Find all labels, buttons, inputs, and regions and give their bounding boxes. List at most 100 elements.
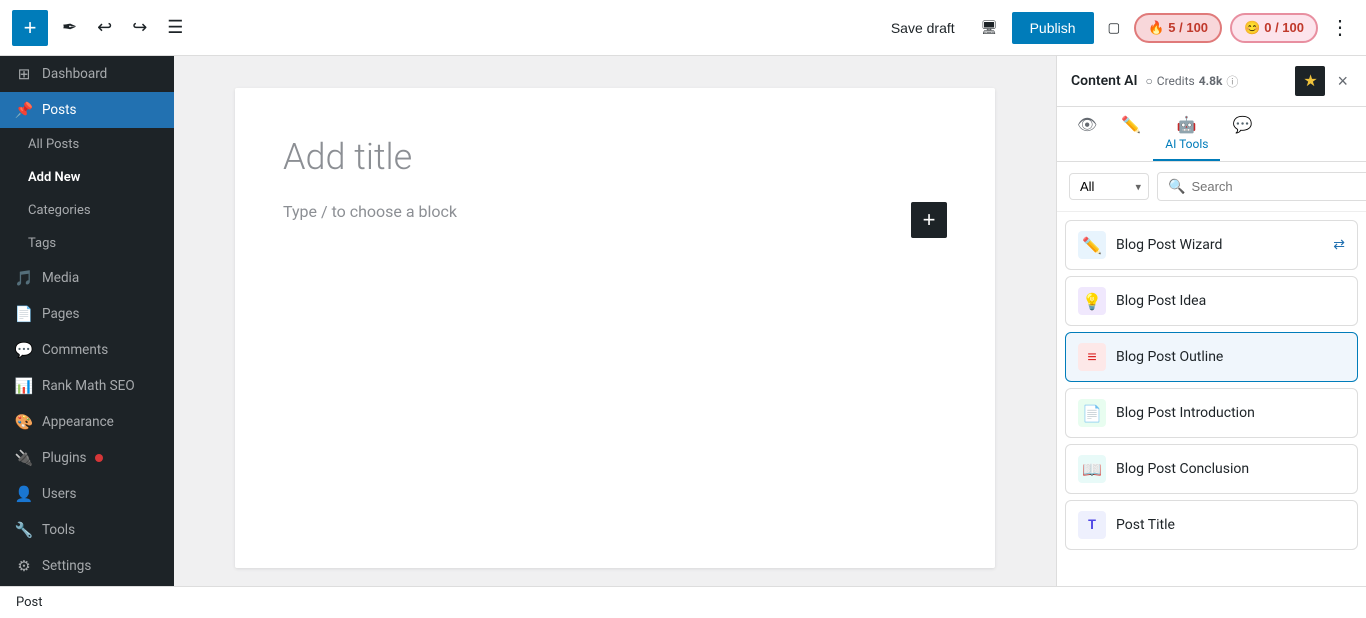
eye-tab-icon: 👁 xyxy=(1077,115,1097,134)
sidebar-item-comments[interactable]: 💬 Comments xyxy=(0,332,174,368)
ai-tab-icon: 🤖 xyxy=(1177,115,1197,134)
message-tab-icon: 💬 xyxy=(1232,115,1252,134)
list-item[interactable]: 📖 Blog Post Conclusion xyxy=(1065,444,1358,494)
readability-score-button[interactable]: 😊 0 / 100 xyxy=(1230,13,1318,43)
block-placeholder-text: Type / to choose a block xyxy=(283,202,457,221)
sidebar-item-pages[interactable]: 📄 Pages xyxy=(0,296,174,332)
appearance-icon: 🎨 xyxy=(14,413,34,431)
idea-icon: 💡 xyxy=(1078,287,1106,315)
intro-label: Blog Post Introduction xyxy=(1116,405,1345,421)
sidebar-item-posts[interactable]: 📌 Posts xyxy=(0,92,174,128)
star-button[interactable]: ★ xyxy=(1295,66,1325,96)
tools-icon: 🔧 xyxy=(14,521,34,539)
sidebar-label-comments: Comments xyxy=(42,342,108,358)
conclusion-icon: 📖 xyxy=(1078,455,1106,483)
wizard-label: Blog Post Wizard xyxy=(1116,237,1323,253)
seo-score-button[interactable]: 🔥 5 / 100 xyxy=(1134,13,1222,43)
idea-label: Blog Post Idea xyxy=(1116,293,1345,309)
ai-tools-list: ✏️ Blog Post Wizard ⇄ 💡 Blog Post Idea ≡… xyxy=(1057,212,1366,586)
sidebar-label-pages: Pages xyxy=(42,306,80,322)
sidebar-item-tools[interactable]: 🔧 Tools xyxy=(0,512,174,548)
plus-inline-icon: + xyxy=(923,207,936,233)
title-label: Post Title xyxy=(1116,517,1345,533)
outline-icon: ≡ xyxy=(1078,343,1106,371)
tab-eye[interactable]: 👁 xyxy=(1065,107,1109,161)
tab-ai-tools[interactable]: 🤖 AI Tools xyxy=(1153,107,1220,161)
pen-tool-button[interactable]: ✒ xyxy=(56,11,83,44)
media-icon: 🎵 xyxy=(14,269,34,287)
filter-select[interactable]: All xyxy=(1069,173,1149,200)
redo-icon: ↪ xyxy=(132,17,147,38)
right-panel-header: Content AI ○ Credits 4.8k ⓘ ★ × xyxy=(1057,56,1366,107)
list-icon: ☰ xyxy=(167,17,183,38)
sidebar-item-settings[interactable]: ⚙ Settings xyxy=(0,548,174,584)
right-panel-tabs: 👁 ✏️ 🤖 AI Tools 💬 xyxy=(1057,107,1366,162)
tab-edit[interactable]: ✏️ xyxy=(1109,107,1153,161)
undo-icon: ↩ xyxy=(97,17,112,38)
plugins-icon: 🔌 xyxy=(14,449,34,467)
list-item[interactable]: ✏️ Blog Post Wizard ⇄ xyxy=(1065,220,1358,270)
sidebar-item-add-new[interactable]: Add New xyxy=(0,161,174,194)
sidebar-label-dashboard: Dashboard xyxy=(42,66,107,82)
sidebar: ⊞ Dashboard 📌 Posts All Posts Add New Ca… xyxy=(0,56,174,586)
sidebar-item-plugins[interactable]: 🔌 Plugins xyxy=(0,440,174,476)
sidebar-label-tools: Tools xyxy=(42,522,75,538)
editor-area: Add title Type / to choose a block + xyxy=(174,56,1056,586)
seo-score-value: 5 / 100 xyxy=(1168,20,1208,35)
pen-icon: ✒ xyxy=(62,17,77,38)
credits-info: ○ Credits 4.8k ⓘ xyxy=(1146,73,1239,90)
publish-button[interactable]: Publish xyxy=(1012,12,1094,44)
editor-body: Type / to choose a block + xyxy=(283,202,947,238)
list-item[interactable]: 💡 Blog Post Idea xyxy=(1065,276,1358,326)
preview-button[interactable]: 🖥 xyxy=(975,14,1004,42)
sidebar-label-add-new: Add New xyxy=(28,170,80,185)
sidebar-label-posts: Posts xyxy=(42,102,76,118)
close-panel-button[interactable]: × xyxy=(1333,67,1352,96)
title-icon: T xyxy=(1078,511,1106,539)
list-view-button[interactable]: ☰ xyxy=(161,11,189,44)
add-block-button[interactable]: + xyxy=(12,10,48,46)
list-item[interactable]: T Post Title xyxy=(1065,500,1358,550)
dashboard-icon: ⊞ xyxy=(14,65,34,83)
sidebar-item-media[interactable]: 🎵 Media xyxy=(0,260,174,296)
sidebar-item-all-posts[interactable]: All Posts xyxy=(0,128,174,161)
settings-icon: ⚙ xyxy=(14,557,34,575)
top-bar: + ✒ ↩ ↪ ☰ Save draft 🖥 Publish ▢ 🔥 5 / 1… xyxy=(0,0,1366,56)
sidebar-label-categories: Categories xyxy=(28,203,91,218)
list-item[interactable]: 📄 Blog Post Introduction xyxy=(1065,388,1358,438)
main-area: ⊞ Dashboard 📌 Posts All Posts Add New Ca… xyxy=(0,56,1366,586)
redo-button[interactable]: ↪ xyxy=(126,11,153,44)
add-block-inline-button[interactable]: + xyxy=(911,202,947,238)
wizard-extra-icon: ⇄ xyxy=(1333,237,1345,253)
sidebar-item-dashboard[interactable]: ⊞ Dashboard xyxy=(0,56,174,92)
right-panel: Content AI ○ Credits 4.8k ⓘ ★ × 👁 ✏️ � xyxy=(1056,56,1366,586)
sidebar-label-all-posts: All Posts xyxy=(28,137,79,152)
flame-icon: 🔥 xyxy=(1148,20,1164,36)
sidebar-label-settings: Settings xyxy=(42,558,91,574)
sidebar-label-tags: Tags xyxy=(28,236,56,251)
readability-score-value: 0 / 100 xyxy=(1264,20,1304,35)
outline-label: Blog Post Outline xyxy=(1116,349,1345,365)
tab-message[interactable]: 💬 xyxy=(1220,107,1264,161)
monitor-icon: 🖥 xyxy=(981,20,998,35)
sidebar-item-users[interactable]: 👤 Users xyxy=(0,476,174,512)
more-options-button[interactable]: ⋮ xyxy=(1326,11,1354,44)
save-draft-button[interactable]: Save draft xyxy=(879,14,967,42)
sidebar-label-plugins: Plugins xyxy=(42,450,87,466)
sidebar-toggle-button[interactable]: ▢ xyxy=(1102,14,1127,42)
credits-value: 4.8k xyxy=(1199,74,1223,88)
sidebar-label-rankmath: Rank Math SEO xyxy=(42,378,135,394)
sidebar-item-appearance[interactable]: 🎨 Appearance xyxy=(0,404,174,440)
undo-button[interactable]: ↩ xyxy=(91,11,118,44)
sidebar-item-tags[interactable]: Tags xyxy=(0,227,174,260)
post-title-field[interactable]: Add title xyxy=(283,136,947,178)
info-icon: ⓘ xyxy=(1226,73,1238,90)
footer-label: Post xyxy=(16,595,43,610)
pages-icon: 📄 xyxy=(14,305,34,323)
search-input[interactable] xyxy=(1191,179,1366,194)
rankmath-icon: 📊 xyxy=(14,377,34,395)
sidebar-item-rankmath[interactable]: 📊 Rank Math SEO xyxy=(0,368,174,404)
edit-tab-icon: ✏️ xyxy=(1121,115,1141,134)
sidebar-item-categories[interactable]: Categories xyxy=(0,194,174,227)
list-item[interactable]: ≡ Blog Post Outline xyxy=(1065,332,1358,382)
